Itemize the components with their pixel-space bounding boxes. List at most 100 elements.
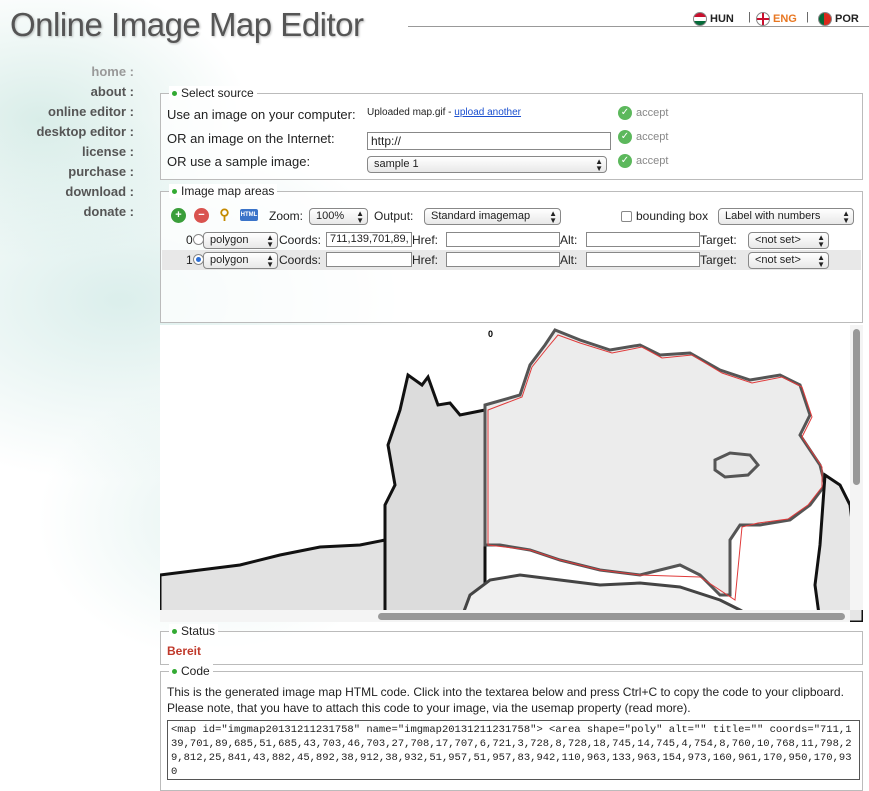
nav-desktop-editor[interactable]: desktop editor :: [0, 122, 134, 142]
portugal-flag-icon: [818, 12, 832, 26]
image-url-input[interactable]: http://: [367, 132, 611, 150]
select-arrows-icon: ▲ ▼: [356, 209, 364, 225]
nav-donate[interactable]: donate :: [0, 202, 134, 222]
coords-input[interactable]: 711,139,701,89,: [326, 232, 412, 247]
select-arrows-icon: ▲ ▼: [266, 233, 274, 249]
region-north: [383, 372, 487, 622]
bullet-icon: [172, 188, 177, 194]
accept-label: accept: [636, 107, 669, 119]
local-image-label: Use an image on your computer:: [167, 107, 356, 122]
nav-about[interactable]: about :: [0, 82, 134, 102]
accept-url-button[interactable]: ✓ accept: [618, 130, 668, 144]
sidebar-nav: home : about : online editor : desktop e…: [0, 62, 134, 222]
nav-purchase[interactable]: purchase :: [0, 162, 134, 182]
accept-local-button[interactable]: ✓ accept: [618, 106, 668, 120]
title-divider: [408, 26, 869, 27]
sample-image-select[interactable]: sample 1 ▲ ▼: [367, 156, 607, 173]
nav-license[interactable]: license :: [0, 142, 134, 162]
uploaded-file-text: Uploaded map.gif - upload another: [367, 107, 521, 118]
bullet-icon: [172, 90, 177, 96]
internet-image-label: OR an image on the Internet:: [167, 131, 335, 146]
select-value: <not set>: [755, 254, 801, 266]
href-input[interactable]: [446, 232, 560, 247]
image-map-canvas[interactable]: 0: [160, 325, 863, 622]
target-select[interactable]: <not set> ▲ ▼: [748, 232, 829, 249]
check-icon: ✓: [618, 130, 632, 144]
alt-label: Alt:: [560, 233, 578, 247]
coords-input[interactable]: [326, 252, 412, 267]
zoom-select[interactable]: 100% ▲ ▼: [309, 208, 368, 225]
lang-por[interactable]: POR: [818, 12, 859, 26]
page-title: Online Image Map Editor: [10, 6, 364, 43]
target-label: Target:: [700, 233, 737, 247]
area-row: 1 polygon ▲ ▼ Coords: Href: Alt: Target: …: [162, 250, 861, 270]
add-area-icon[interactable]: +: [171, 208, 186, 223]
alt-input[interactable]: [586, 232, 700, 247]
area-row: 0 polygon ▲ ▼ Coords: 711,139,701,89, Hre…: [162, 230, 861, 250]
uploaded-file-name: Uploaded map.gif -: [367, 107, 455, 118]
select-value: 100%: [316, 210, 345, 222]
lang-hun[interactable]: HUN: [693, 12, 734, 26]
area-index: 1: [186, 253, 193, 267]
check-icon: ✓: [618, 154, 632, 168]
target-select[interactable]: <not set> ▲ ▼: [748, 252, 829, 269]
lang-label: POR: [835, 13, 859, 25]
vertical-scrollbar[interactable]: [850, 325, 863, 610]
accept-label: accept: [636, 131, 669, 143]
panel-legend: Select source: [169, 86, 257, 100]
lang-label: ENG: [773, 13, 797, 25]
area-number-label: 0: [488, 329, 493, 339]
select-value: Label with numbers: [725, 210, 821, 222]
area-index: 0: [186, 233, 193, 247]
lang-separator: |: [748, 11, 751, 23]
select-value: polygon: [210, 254, 249, 266]
accept-sample-button[interactable]: ✓ accept: [618, 154, 668, 168]
select-value: <not set>: [755, 234, 801, 246]
select-source-panel: Select source Use an image on your compu…: [160, 86, 863, 180]
code-description: This is the generated image map HTML cod…: [167, 685, 844, 715]
legend-text: Status: [181, 624, 216, 638]
shape-select[interactable]: polygon ▲ ▼: [203, 232, 278, 249]
sample-image-label: OR use a sample image:: [167, 154, 311, 169]
output-label: Output:: [374, 209, 414, 223]
alt-input[interactable]: [586, 252, 700, 267]
status-panel: Status Bereit: [160, 624, 863, 665]
code-panel: Code This is the generated image map HTM…: [160, 664, 863, 791]
horizontal-scrollbar[interactable]: [160, 610, 850, 622]
select-value: polygon: [210, 234, 249, 246]
href-input[interactable]: [446, 252, 560, 267]
alt-label: Alt:: [560, 253, 578, 267]
image-map-areas-panel: Image map areas + − ⚲ HTML Zoom: 100% ▲ ▼…: [160, 184, 863, 323]
map-image: 0: [160, 325, 863, 622]
output-select[interactable]: Standard imagemap ▲ ▼: [424, 208, 561, 225]
england-flag-icon: [756, 12, 770, 26]
check-icon: ✓: [618, 106, 632, 120]
nav-download[interactable]: download :: [0, 182, 134, 202]
zoom-magnifier-icon[interactable]: ⚲: [217, 207, 232, 222]
nav-online-editor[interactable]: online editor :: [0, 102, 134, 122]
select-arrows-icon: ▲ ▼: [842, 209, 850, 225]
href-label: Href:: [412, 253, 439, 267]
select-arrows-icon: ▲ ▼: [266, 253, 274, 269]
bullet-icon: [172, 668, 177, 674]
upload-another-link[interactable]: upload another: [454, 107, 521, 118]
select-arrows-icon: ▲ ▼: [817, 253, 825, 269]
scrollbar-thumb[interactable]: [853, 329, 860, 485]
bounding-box-checkbox[interactable]: [621, 211, 632, 222]
legend-text: Code: [181, 664, 210, 678]
nav-home[interactable]: home :: [0, 62, 134, 82]
shape-select[interactable]: polygon ▲ ▼: [203, 252, 278, 269]
href-label: Href:: [412, 233, 439, 247]
lang-label: HUN: [710, 13, 734, 25]
lang-separator: |: [806, 11, 809, 23]
label-mode-select[interactable]: Label with numbers ▲ ▼: [718, 208, 854, 225]
code-textarea[interactable]: <map id="imgmap20131211231758" name="img…: [167, 720, 860, 780]
accept-label: accept: [636, 155, 669, 167]
panel-legend: Image map areas: [169, 184, 278, 198]
lang-eng[interactable]: ENG: [756, 12, 797, 26]
scrollbar-thumb[interactable]: [378, 613, 845, 620]
coords-label: Coords:: [279, 253, 322, 267]
html-preview-icon[interactable]: HTML: [240, 209, 258, 221]
delete-area-icon[interactable]: −: [194, 208, 209, 223]
lake: [713, 451, 761, 479]
